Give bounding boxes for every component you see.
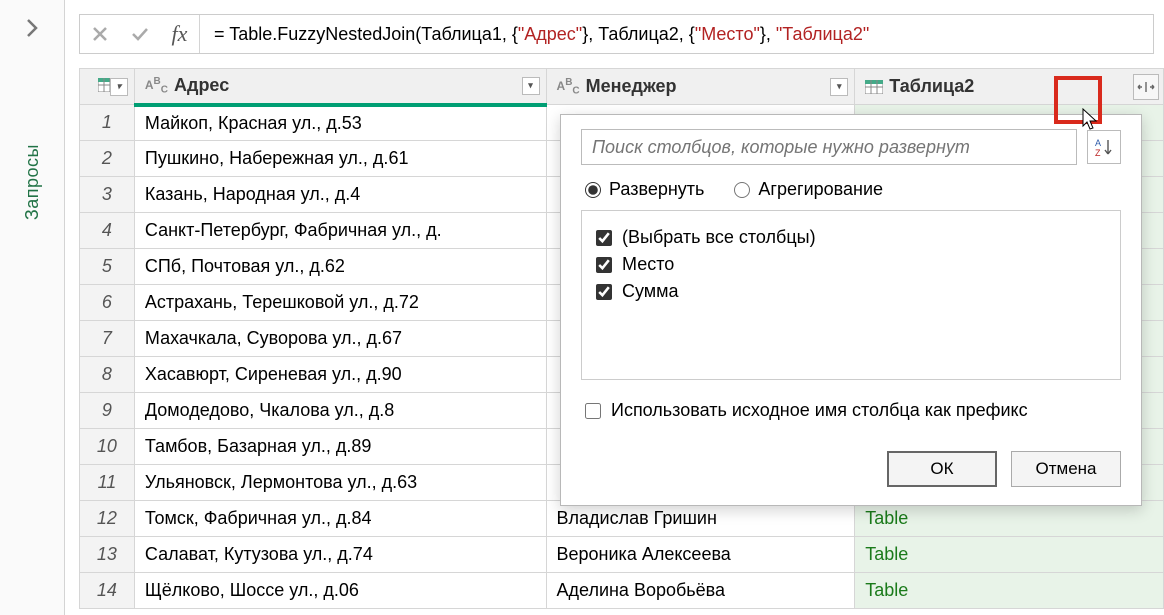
row-number-cell[interactable]: 14 — [80, 573, 135, 609]
row-number-cell[interactable]: 8 — [80, 357, 135, 393]
prefix-label: Использовать исходное имя столбца как пр… — [611, 400, 1028, 421]
expand-column-button[interactable] — [1133, 74, 1159, 100]
cell-adres[interactable]: Томск, Фабричная ул., д.84 — [134, 501, 546, 537]
column-search-input[interactable] — [581, 129, 1077, 165]
sort-az-button[interactable]: AZ — [1087, 130, 1121, 164]
row-number-header[interactable]: ▾ — [80, 69, 135, 105]
cell-adres[interactable]: Астрахань, Терешковой ул., д.72 — [134, 285, 546, 321]
column-filter-adres[interactable]: ▾ — [522, 77, 540, 95]
column-header-manager[interactable]: ABC Менеджер ▾ — [546, 69, 855, 105]
formula-text[interactable]: = Table.FuzzyNestedJoin(Таблица1, {"Адре… — [200, 24, 1153, 45]
cell-adres[interactable]: Махачкала, Суворова ул., д.67 — [134, 321, 546, 357]
column-filter-manager[interactable]: ▾ — [830, 78, 848, 96]
queries-sidebar: Запросы — [0, 0, 65, 615]
cell-adres[interactable]: Тамбов, Базарная ул., д.89 — [134, 429, 546, 465]
cell-adres[interactable]: Щёлково, Шоссе ул., д.06 — [134, 573, 546, 609]
cell-adres[interactable]: Казань, Народная ул., д.4 — [134, 177, 546, 213]
row-number-cell[interactable]: 5 — [80, 249, 135, 285]
column-checkbox-summa[interactable]: Сумма — [596, 281, 1106, 302]
expand-columns-popup: AZ Развернуть Агрегирование (Выбрать все… — [560, 114, 1142, 506]
column-header-adres[interactable]: ABC Адрес ▾ — [134, 69, 546, 105]
row-header-dropdown[interactable]: ▾ — [110, 78, 128, 96]
column-select-list: (Выбрать все столбцы) Место Сумма — [581, 210, 1121, 380]
cell-adres[interactable]: СПб, Почтовая ул., д.62 — [134, 249, 546, 285]
column-checkbox-mesto[interactable]: Место — [596, 254, 1106, 275]
table-type-icon — [865, 80, 883, 94]
cell-adres[interactable]: Майкоп, Красная ул., д.53 — [134, 105, 546, 141]
cell-adres[interactable]: Санкт-Петербург, Фабричная ул., д. — [134, 213, 546, 249]
cell-table2[interactable]: Table — [855, 573, 1164, 609]
row-number-cell[interactable]: 6 — [80, 285, 135, 321]
row-number-cell[interactable]: 9 — [80, 393, 135, 429]
row-number-cell[interactable]: 1 — [80, 105, 135, 141]
row-number-cell[interactable]: 3 — [80, 177, 135, 213]
row-number-cell[interactable]: 12 — [80, 501, 135, 537]
table-row[interactable]: 14Щёлково, Шоссе ул., д.06Аделина Воробь… — [80, 573, 1164, 609]
svg-text:A: A — [1095, 138, 1101, 148]
text-type-icon: ABC — [557, 77, 580, 96]
ok-button[interactable]: ОК — [887, 451, 997, 487]
aggregate-radio[interactable]: Агрегирование — [734, 179, 883, 200]
cell-adres[interactable]: Ульяновск, Лермонтова ул., д.63 — [134, 465, 546, 501]
expand-sidebar-chevron[interactable] — [15, 8, 49, 54]
svg-text:Z: Z — [1095, 148, 1101, 158]
cell-adres[interactable]: Домодедово, Чкалова ул., д.8 — [134, 393, 546, 429]
cell-table2[interactable]: Table — [855, 537, 1164, 573]
cell-manager[interactable]: Аделина Воробьёва — [546, 573, 855, 609]
row-number-cell[interactable]: 7 — [80, 321, 135, 357]
prefix-checkbox[interactable] — [585, 403, 601, 419]
cancel-button[interactable]: Отмена — [1011, 451, 1121, 487]
column-header-table2[interactable]: Таблица2 — [855, 69, 1164, 105]
table-row[interactable]: 13Салават, Кутузова ул., д.74Вероника Ал… — [80, 537, 1164, 573]
row-number-cell[interactable]: 10 — [80, 429, 135, 465]
cell-adres[interactable]: Салават, Кутузова ул., д.74 — [134, 537, 546, 573]
sidebar-label[interactable]: Запросы — [22, 144, 43, 220]
cell-adres[interactable]: Пушкино, Набережная ул., д.61 — [134, 141, 546, 177]
expand-radio[interactable]: Развернуть — [585, 179, 704, 200]
cell-adres[interactable]: Хасавюрт, Сиреневая ул., д.90 — [134, 357, 546, 393]
formula-bar: fx = Table.FuzzyNestedJoin(Таблица1, {"А… — [79, 14, 1154, 54]
select-all-checkbox[interactable]: (Выбрать все столбцы) — [596, 227, 1106, 248]
row-number-cell[interactable]: 2 — [80, 141, 135, 177]
row-number-cell[interactable]: 13 — [80, 537, 135, 573]
cell-manager[interactable]: Вероника Алексеева — [546, 537, 855, 573]
formula-accept-button[interactable] — [120, 15, 160, 53]
row-number-cell[interactable]: 4 — [80, 213, 135, 249]
row-number-cell[interactable]: 11 — [80, 465, 135, 501]
formula-cancel-button[interactable] — [80, 15, 120, 53]
fx-icon: fx — [160, 15, 200, 53]
text-type-icon: ABC — [145, 76, 168, 95]
